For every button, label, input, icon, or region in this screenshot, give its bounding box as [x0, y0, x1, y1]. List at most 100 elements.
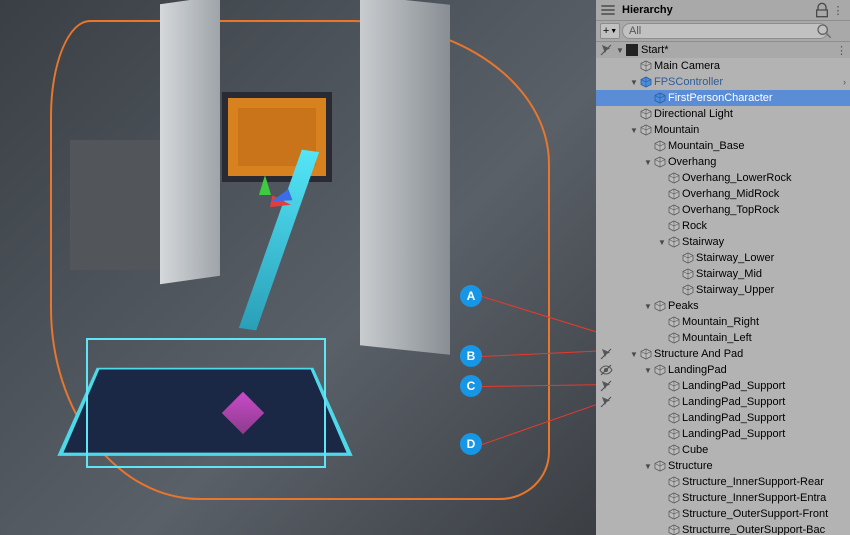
- expand-toggle[interactable]: [628, 78, 640, 87]
- expand-toggle[interactable]: [642, 302, 654, 311]
- tree-item-label: Overhang_LowerRock: [682, 172, 850, 184]
- tree-item-label: Mountain_Right: [682, 316, 850, 328]
- tree-item-label: Overhang_TopRock: [682, 204, 850, 216]
- tree-item-label: Mountain: [654, 124, 850, 136]
- visibility-toggle-icon[interactable]: [598, 362, 614, 378]
- unity-logo-icon: [626, 44, 638, 56]
- panel-menu-icon[interactable]: [600, 2, 616, 18]
- pickability-toggle-icon[interactable]: [598, 42, 614, 58]
- tree-row[interactable]: Overhang_MidRock: [596, 186, 850, 202]
- hierarchy-tree[interactable]: Start*⋮ Main Camera FPSController› FirstPer…: [596, 42, 850, 535]
- tree-row[interactable]: Structure_OuterSupport-Front: [596, 506, 850, 522]
- tree-item-label: LandingPad_Support: [682, 396, 850, 408]
- gameobject-icon: [668, 220, 680, 232]
- tree-row[interactable]: LandingPad: [596, 362, 850, 378]
- tree-item-label: Overhang: [668, 156, 850, 168]
- tree-item-label: LandingPad_Support: [682, 428, 850, 440]
- gizmo-y-axis[interactable]: [259, 175, 271, 195]
- panel-title: Hierarchy: [616, 4, 679, 16]
- tree-row[interactable]: Main Camera: [596, 58, 850, 74]
- tree-row[interactable]: Rock: [596, 218, 850, 234]
- tree-item-label: Rock: [682, 220, 850, 232]
- expand-toggle[interactable]: [642, 462, 654, 471]
- tree-item-label: Cube: [682, 444, 850, 456]
- tree-row[interactable]: Stairway_Lower: [596, 250, 850, 266]
- gameobject-icon: [640, 108, 652, 120]
- tree-item-label: Stairway_Mid: [696, 268, 850, 280]
- gameobject-icon: [640, 60, 652, 72]
- annotation-badge: B: [460, 345, 482, 367]
- tree-item-label: LandingPad_Support: [682, 380, 850, 392]
- tree-item-label: Structure_InnerSupport-Rear: [682, 476, 850, 488]
- gameobject-icon: [640, 348, 652, 360]
- scene-menu-icon[interactable]: ⋮: [836, 44, 846, 57]
- tree-row[interactable]: Start*⋮: [596, 42, 850, 58]
- expand-toggle[interactable]: [642, 366, 654, 375]
- tree-row[interactable]: Structure_InnerSupport-Entra: [596, 490, 850, 506]
- open-prefab-icon[interactable]: ›: [843, 77, 846, 87]
- pickability-toggle-icon[interactable]: [598, 346, 614, 362]
- gameobject-icon: [654, 364, 666, 376]
- tree-row[interactable]: Mountain: [596, 122, 850, 138]
- tree-row[interactable]: Mountain_Base: [596, 138, 850, 154]
- tree-row[interactable]: FirstPersonCharacter: [596, 90, 850, 106]
- tree-item-label: FirstPersonCharacter: [668, 92, 850, 104]
- gameobject-icon: [668, 428, 680, 440]
- tree-row[interactable]: LandingPad_Support: [596, 410, 850, 426]
- tree-row[interactable]: Structurre_OuterSupport-Bac: [596, 522, 850, 535]
- tree-row[interactable]: Overhang: [596, 154, 850, 170]
- tree-row[interactable]: Structure_InnerSupport-Rear: [596, 474, 850, 490]
- tree-item-label: Main Camera: [654, 60, 850, 72]
- tree-row[interactable]: LandingPad_Support: [596, 394, 850, 410]
- tree-row[interactable]: LandingPad_Support: [596, 426, 850, 442]
- scene-view[interactable]: ABCD: [0, 0, 596, 535]
- panel-header: Hierarchy ⋮: [596, 0, 850, 21]
- hierarchy-panel: Hierarchy ⋮ +▼ All Start*⋮Main CameraFPS…: [596, 0, 850, 535]
- tree-row[interactable]: Mountain_Right: [596, 314, 850, 330]
- tree-item-label: Structure And Pad: [654, 348, 850, 360]
- gameobject-icon: [668, 492, 680, 504]
- expand-toggle[interactable]: [642, 158, 654, 167]
- expand-toggle[interactable]: [656, 238, 668, 247]
- expand-toggle[interactable]: [628, 126, 640, 135]
- tree-row[interactable]: Directional Light: [596, 106, 850, 122]
- gameobject-icon: [668, 396, 680, 408]
- tree-item-label: Stairway: [682, 236, 850, 248]
- tree-row[interactable]: Structure: [596, 458, 850, 474]
- tree-row[interactable]: FPSController›: [596, 74, 850, 90]
- panel-options-icon[interactable]: ⋮: [830, 2, 846, 18]
- tree-row[interactable]: Mountain_Left: [596, 330, 850, 346]
- tree-row[interactable]: Overhang_TopRock: [596, 202, 850, 218]
- tree-row[interactable]: Structure And Pad: [596, 346, 850, 362]
- tree-item-label: Start*: [641, 44, 850, 56]
- tree-row[interactable]: Overhang_LowerRock: [596, 170, 850, 186]
- tree-row[interactable]: Stairway: [596, 234, 850, 250]
- expand-toggle[interactable]: [628, 350, 640, 359]
- tree-item-label: Structure: [668, 460, 850, 472]
- panel-toolbar: +▼ All: [596, 21, 850, 42]
- prefab-icon: [640, 76, 652, 88]
- tree-row[interactable]: Cube: [596, 442, 850, 458]
- tree-item-label: Overhang_MidRock: [682, 188, 850, 200]
- gameobject-icon: [682, 284, 694, 296]
- tree-row[interactable]: Stairway_Mid: [596, 266, 850, 282]
- tree-item-label: LandingPad_Support: [682, 412, 850, 424]
- tree-row[interactable]: LandingPad_Support: [596, 378, 850, 394]
- gameobject-icon: [654, 300, 666, 312]
- tree-row[interactable]: Stairway_Upper: [596, 282, 850, 298]
- expand-toggle[interactable]: [614, 46, 626, 55]
- search-input[interactable]: All: [622, 23, 828, 39]
- gameobject-icon: [668, 316, 680, 328]
- gameobject-icon: [668, 332, 680, 344]
- pickability-toggle-icon[interactable]: [598, 394, 614, 410]
- gameobject-icon: [640, 124, 652, 136]
- tree-item-label: Mountain_Left: [682, 332, 850, 344]
- tree-item-label: Structure_InnerSupport-Entra: [682, 492, 850, 504]
- gameobject-icon: [654, 156, 666, 168]
- lock-icon[interactable]: [814, 2, 830, 18]
- gameobject-icon: [654, 140, 666, 152]
- create-dropdown[interactable]: +▼: [600, 23, 620, 39]
- pickability-toggle-icon[interactable]: [598, 378, 614, 394]
- gameobject-icon: [668, 476, 680, 488]
- tree-row[interactable]: Peaks: [596, 298, 850, 314]
